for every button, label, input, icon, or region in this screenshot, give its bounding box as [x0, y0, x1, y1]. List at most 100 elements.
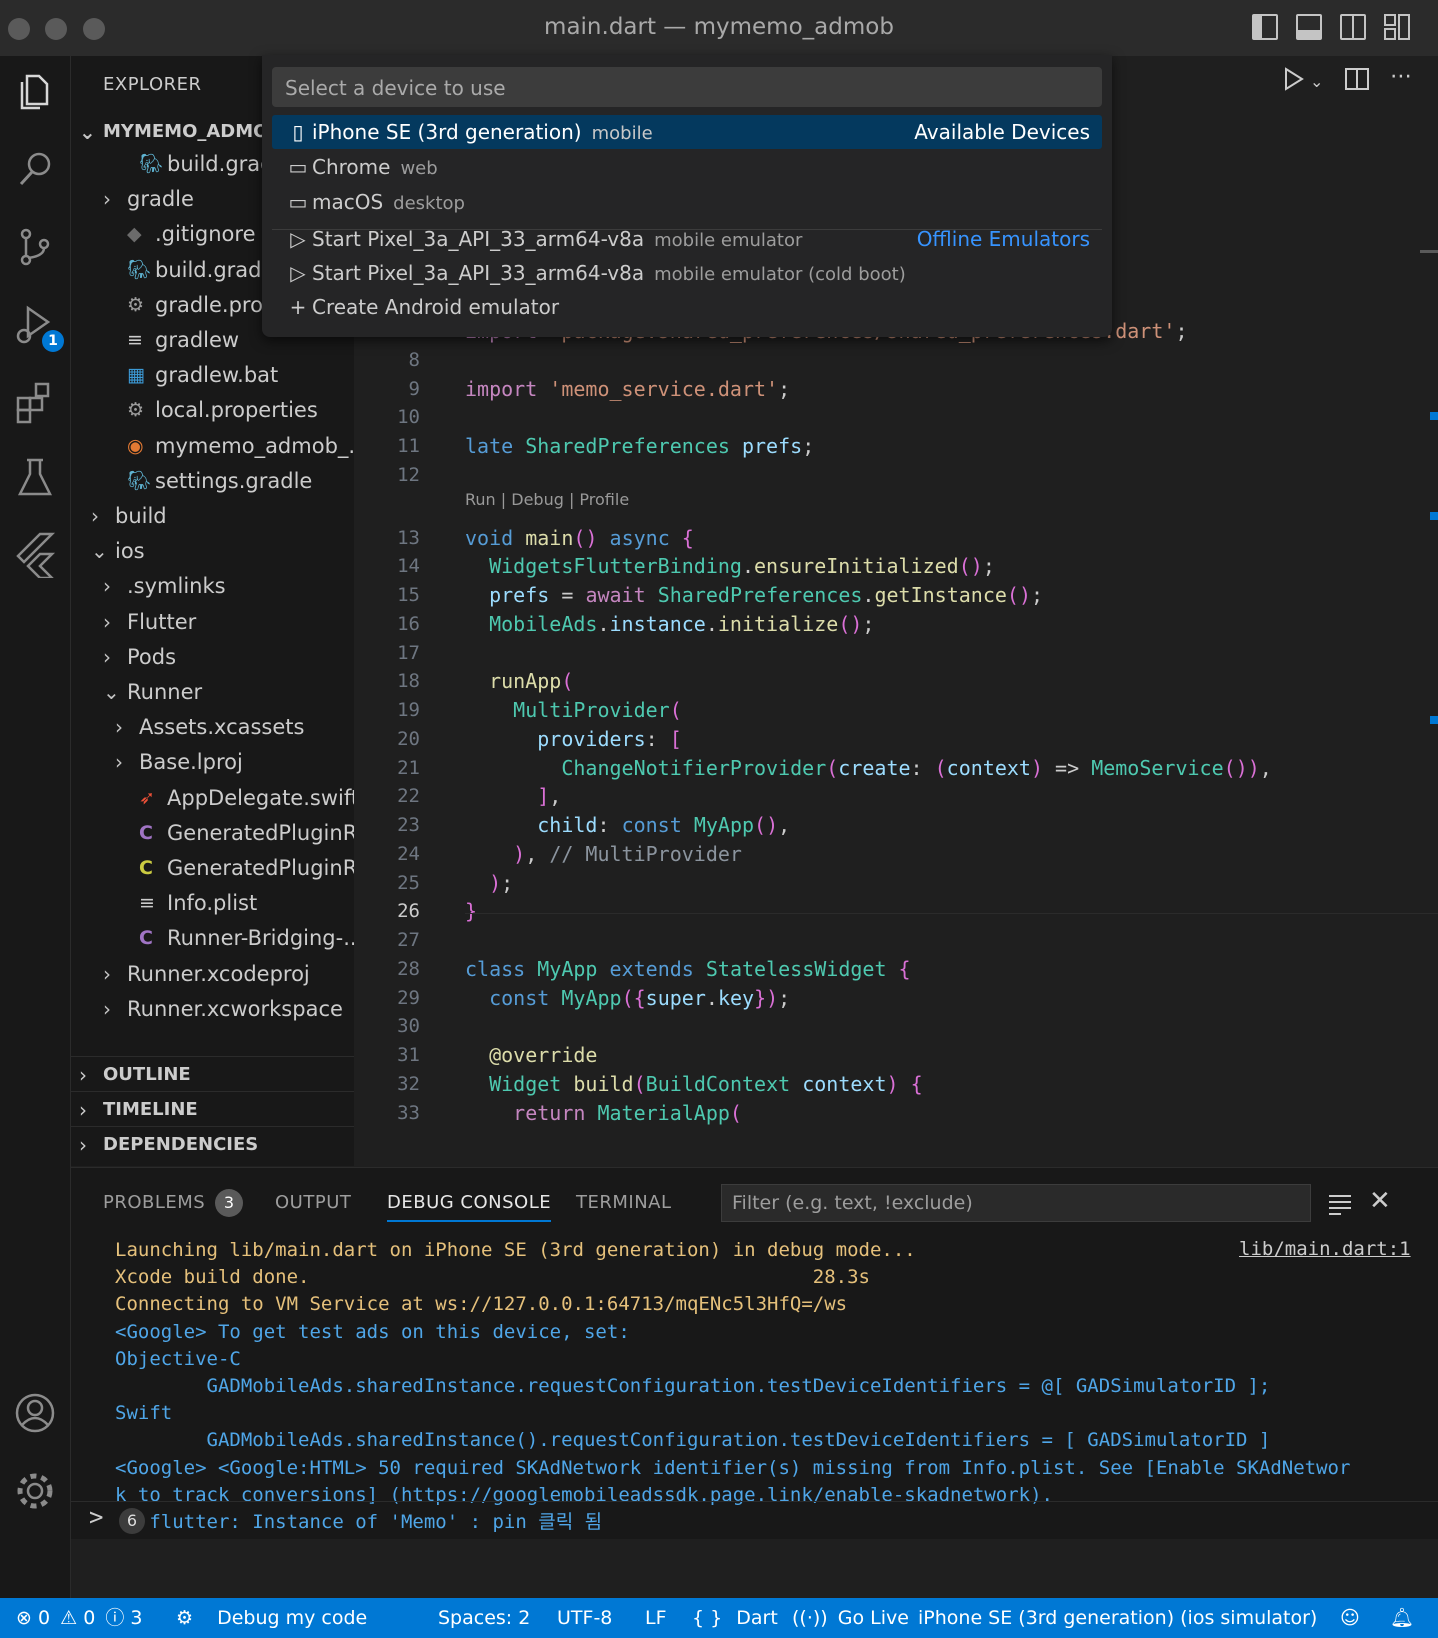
tree-item[interactable]: C GeneratedPluginR... — [71, 815, 354, 851]
error-icon: ⊗ — [16, 1607, 32, 1629]
tab-output[interactable]: OUTPUT — [275, 1186, 351, 1220]
device-status[interactable]: iPhone SE (3rd generation) (ios simulato… — [918, 1598, 1317, 1638]
go-live-status[interactable]: ((·)) Go Live — [792, 1598, 909, 1638]
feedback-icon[interactable]: ☺ — [1340, 1598, 1360, 1638]
tree-item-label: Info.plist — [167, 891, 258, 916]
explorer-icon[interactable] — [10, 66, 60, 116]
codelens-run-debug-profile[interactable]: Run | Debug | Profile — [465, 490, 629, 509]
device-option[interactable]: ▷ Start Pixel_3a_API_33_arm64-v8a mobile e… — [272, 256, 1102, 290]
code-line[interactable]: MobileAds.instance.initialize(); — [465, 609, 874, 639]
code-line[interactable]: MultiProvider( — [465, 695, 682, 725]
tab-problems[interactable]: PROBLEMS 3 — [103, 1186, 244, 1220]
tree-item[interactable]: ⚙ local.properties — [71, 392, 354, 428]
code-line[interactable]: child: const MyApp(), — [465, 810, 790, 840]
tree-item[interactable]: › Base.lproj — [71, 744, 354, 780]
filter-input[interactable]: Filter (e.g. text, !exclude) — [721, 1184, 1311, 1222]
more-actions-icon[interactable]: ⋯ — [1390, 64, 1416, 90]
code-line[interactable]: class MyApp extends StatelessWidget { — [465, 954, 911, 984]
code-line[interactable]: prefs = await SharedPreferences.getInsta… — [465, 580, 1043, 610]
line-number: 27 — [397, 929, 420, 951]
timeline-section[interactable]: › TIMELINE — [71, 1091, 354, 1128]
tree-item[interactable]: C Runner-Bridging-... — [71, 920, 354, 956]
problems-status[interactable]: ⊗ 0 ⚠ 0 ⓘ 3 — [16, 1598, 143, 1638]
search-icon[interactable] — [10, 144, 60, 194]
code-line[interactable]: late SharedPreferences prefs; — [465, 431, 814, 461]
close-panel-icon[interactable]: ✕ — [1369, 1186, 1391, 1216]
flutter-icon[interactable] — [10, 528, 60, 580]
tree-item[interactable]: › Runner.xcodeproj — [71, 956, 354, 992]
toggle-primary-sidebar-icon[interactable] — [1252, 14, 1278, 40]
tree-item[interactable]: › Flutter — [71, 604, 354, 640]
customize-layout-icon[interactable] — [1384, 14, 1410, 40]
code-line[interactable]: WidgetsFlutterBinding.ensureInitialized(… — [465, 551, 995, 581]
line-number: 28 — [397, 957, 420, 980]
device-option[interactable]: ▭ Chrome web — [272, 150, 1102, 184]
toggle-panel-icon[interactable] — [1296, 14, 1322, 40]
chevron-right-icon: › — [103, 961, 111, 986]
tree-item[interactable]: ≡ Info.plist — [71, 885, 354, 921]
code-line[interactable]: providers: [ — [465, 724, 682, 754]
code-line[interactable]: Widget build(BuildContext context) { — [465, 1069, 923, 1099]
console-prompt[interactable]: > — [89, 1503, 103, 1531]
device-option[interactable]: ▷ Start Pixel_3a_API_33_arm64-v8a mobile e… — [272, 222, 1102, 256]
debug-status[interactable]: ⚙ Debug my code — [176, 1598, 367, 1638]
tree-item[interactable]: ◉ mymemo_admob_... — [71, 428, 354, 464]
tab-debug-console[interactable]: DEBUG CONSOLE — [387, 1186, 552, 1222]
dependencies-section[interactable]: › DEPENDENCIES — [71, 1126, 354, 1163]
source-control-icon[interactable] — [10, 222, 60, 272]
tree-item[interactable]: › Runner.xcworkspace — [71, 991, 354, 1027]
tree-item[interactable]: ➶ AppDelegate.swift — [71, 780, 354, 816]
outline-section[interactable]: › OUTLINE — [71, 1056, 354, 1093]
code-line[interactable]: ); — [465, 868, 513, 898]
scrollbar-thumb[interactable] — [1420, 250, 1438, 253]
notifications-bell-icon[interactable]: 🔔︎ — [1390, 1598, 1414, 1638]
toggle-secondary-sidebar-icon[interactable] — [1340, 14, 1366, 40]
device-option[interactable]: + Create Android emulator — [272, 290, 1102, 324]
code-line[interactable]: ], — [465, 781, 561, 811]
code-line[interactable]: void main() async { — [465, 523, 694, 553]
device-option[interactable]: ▯ iPhone SE (3rd generation) mobile Availab… — [272, 115, 1102, 149]
code-line[interactable]: runApp( — [465, 666, 573, 696]
chevron-down-icon[interactable]: ⌄ — [1310, 72, 1336, 98]
run-icon[interactable] — [1280, 66, 1306, 92]
tree-item[interactable]: › .symlinks — [71, 568, 354, 604]
testing-icon[interactable] — [10, 452, 60, 502]
tree-item[interactable]: › build — [71, 498, 354, 534]
split-editor-icon[interactable] — [1344, 66, 1370, 92]
code-line[interactable]: } — [465, 896, 477, 926]
indentation-status[interactable]: Spaces: 2 — [438, 1598, 530, 1638]
tree-item[interactable]: › Pods — [71, 639, 354, 675]
line-number: 33 — [397, 1101, 420, 1124]
source-link[interactable]: lib/main.dart:1 — [1239, 1238, 1411, 1260]
device-search-input[interactable]: Select a device to use — [272, 67, 1102, 107]
extensions-icon[interactable] — [10, 376, 60, 426]
code-line[interactable]: ), // MultiProvider — [465, 839, 742, 869]
code-line[interactable]: return MaterialApp( — [465, 1098, 742, 1128]
line-number: 21 — [397, 756, 420, 779]
language-status[interactable]: { } Dart — [692, 1598, 778, 1638]
encoding-status[interactable]: UTF-8 — [557, 1598, 612, 1638]
code-line[interactable]: const MyApp({super.key}); — [465, 983, 790, 1013]
tree-item[interactable]: › Assets.xcassets — [71, 709, 354, 745]
tree-item[interactable]: ⌄ ios — [71, 533, 354, 569]
eol-status[interactable]: LF — [645, 1598, 667, 1638]
code-line[interactable]: import 'memo_service.dart'; — [465, 374, 790, 404]
device-label: Start Pixel_3a_API_33_arm64-v8a — [312, 227, 645, 251]
device-description: mobile emulator — [654, 230, 803, 251]
account-icon[interactable] — [10, 1388, 60, 1438]
tree-item[interactable]: ▦ gradlew.bat — [71, 357, 354, 393]
code-line[interactable]: ChangeNotifierProvider(create: (context)… — [465, 753, 1272, 783]
braces-icon: { } — [692, 1607, 723, 1629]
tree-item[interactable]: 🐘︎ settings.gradle — [71, 463, 354, 499]
manage-gear-icon[interactable] — [10, 1466, 60, 1516]
console-line: Xcode build done. 28.3s — [115, 1266, 870, 1289]
code-line[interactable]: @override — [465, 1040, 597, 1070]
plus-icon: + — [289, 295, 307, 319]
word-wrap-icon[interactable] — [1327, 1190, 1353, 1216]
tree-item[interactable]: C GeneratedPluginR... — [71, 850, 354, 886]
scrollbar-marker — [1430, 512, 1438, 520]
run-and-debug-icon[interactable]: 1 — [10, 300, 64, 352]
tab-terminal[interactable]: TERMINAL — [576, 1186, 672, 1220]
tree-item[interactable]: ⌄ Runner — [71, 674, 354, 710]
device-option[interactable]: ▭ macOS desktop — [272, 185, 1102, 219]
